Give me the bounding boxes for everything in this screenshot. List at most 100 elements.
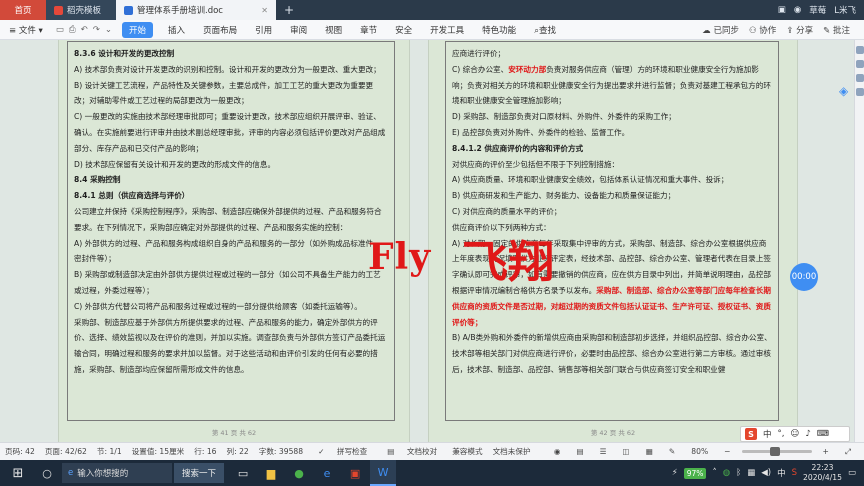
close-tab-icon[interactable]: ✕ (261, 6, 268, 15)
edge-icon[interactable]: e (314, 460, 340, 486)
sidebar-button[interactable] (855, 74, 864, 82)
paragraph[interactable]: B) 设计关键工艺流程，产品特性及关键参数，主要总成件，加工工艺的重大更改为重要… (74, 78, 388, 110)
sidebar-button[interactable] (855, 60, 864, 68)
paragraph[interactable]: 应商进行评价； (452, 46, 772, 62)
paragraph[interactable]: B) 采购部或制造部决定由外部供方提供过程或过程的一部分（如公司不具备生产能力的… (74, 267, 388, 299)
menu-reference[interactable]: 引用 (246, 24, 281, 36)
menu-security[interactable]: 安全 (386, 24, 421, 36)
view-web-icon[interactable]: ◫ (618, 447, 635, 456)
paragraph[interactable]: B) A/B类外购和外委件的新增供应商由采购部和制造部初步选择，并组织品控部、综… (452, 330, 772, 377)
mic-icon[interactable]: ♪ (805, 429, 810, 439)
taskbar-clock[interactable]: 22:23 2020/4/15 (803, 463, 842, 483)
redo-icon[interactable]: ↷ (93, 25, 100, 35)
menu-view[interactable]: 视图 (316, 24, 351, 36)
power-plug-icon[interactable]: ⚡ (672, 468, 678, 478)
folder-icon[interactable]: ▆ (258, 460, 284, 486)
360-browser-icon[interactable]: ● (286, 460, 312, 486)
paragraph[interactable]: 采购部、制造部应基于外部供方所提供要求的过程、产品和服务的能力，确定外部供方的评… (74, 315, 388, 378)
wps-writer-icon[interactable]: W (370, 460, 397, 486)
network-icon[interactable]: ▦ (747, 468, 755, 478)
share-button[interactable]: ⇪ 分享 (786, 24, 813, 36)
paragraph[interactable]: C) 一般更改的实施由技术部经理审批即可；重要设计更改，技术部应组织开展评审、验… (74, 109, 388, 156)
print-icon[interactable]: ⎙ (69, 25, 76, 35)
page-content[interactable]: 8.3.6 设计和开发的更改控制 A) 技术部负责对设计开发更改的识别和控制。设计… (74, 46, 388, 378)
ime-punct[interactable]: °, (778, 429, 785, 439)
tab-template[interactable]: 稻壳模板 (46, 0, 116, 20)
menu-review[interactable]: 审阅 (281, 24, 316, 36)
sync-status[interactable]: ☁ 已同步 (702, 24, 739, 36)
powerpoint-icon[interactable]: ▣ (342, 460, 368, 486)
status-words[interactable]: 字数: 39588 (254, 446, 308, 457)
view-write-icon[interactable]: ✎ (664, 447, 680, 456)
paragraph[interactable]: A) 外部供方的过程、产品和服务构成组织自身的产品和服务的一部分（如外购成品标准… (74, 236, 388, 268)
zoom-level[interactable]: 80% (686, 447, 713, 456)
paragraph[interactable]: 8.4.1.2 供应商评价的内容和评价方式 (452, 141, 772, 157)
sogou-tray-icon[interactable]: S (792, 468, 797, 478)
menu-start[interactable]: 开始 (122, 21, 154, 38)
notification-icon[interactable]: ▭ (848, 468, 856, 478)
sidebar-button[interactable] (855, 46, 864, 54)
paragraph[interactable]: 公司建立并保持《采购控制程序》，采购部、制造部应确保外部提供的过程、产品和服务符… (74, 204, 388, 236)
collab-button[interactable]: ⚇ 协作 (749, 24, 776, 36)
taskbar-search-button[interactable]: 搜索一下 (174, 463, 225, 483)
emoji-icon[interactable]: ☺ (790, 429, 799, 439)
input-language[interactable]: 中 (777, 467, 786, 479)
window-layout-icon[interactable]: ▣ (778, 5, 786, 15)
task-view-icon[interactable]: ▭ (230, 460, 256, 486)
page-content[interactable]: 应商进行评价； C) 综合办公室、安环动力部负责对服务供应商（管理）方的环境和职业… (452, 46, 772, 378)
taskbar-search-input[interactable]: 输入你想搜的 (77, 467, 128, 479)
taskbar-search-box[interactable]: e 输入你想搜的 (62, 463, 172, 483)
paragraph[interactable]: 对供应商的评价至少包括但不限于下列控制措施： (452, 157, 772, 173)
menu-insert[interactable]: 插入 (159, 24, 194, 36)
keyboard-icon[interactable]: ⌨ (817, 429, 829, 439)
document-workspace[interactable]: 8.3.6 设计和开发的更改控制 A) 技术部负责对设计开发更改的识别和控制。设计… (0, 40, 854, 442)
tab-home[interactable]: 首页 (0, 0, 46, 20)
paragraph[interactable]: 8.4 采购控制 (74, 172, 388, 188)
more-icon[interactable]: ⌄ (105, 25, 112, 35)
view-outline-icon[interactable]: ☰ (595, 447, 612, 456)
menu-features[interactable]: 特色功能 (473, 24, 525, 36)
status-pages[interactable]: 页面: 42/62 (40, 446, 92, 457)
zoom-slider[interactable] (741, 447, 812, 456)
ime-mode[interactable]: 中 (763, 428, 772, 440)
ime-toolbar[interactable]: S 中 °, ☺ ♪ ⌨ (740, 426, 850, 442)
location-pin-icon[interactable]: ◈ (839, 84, 851, 98)
status-spell-check[interactable]: ✓ 拼写检查 (308, 446, 377, 457)
paragraph[interactable]: 8.4.1 总则（供应商选择与评价） (74, 188, 388, 204)
paragraph[interactable]: D) 采购部、制造部负责对口原材料、外购件、外委件的采购工作； (452, 109, 772, 125)
new-tab-button[interactable]: + (276, 0, 302, 20)
wechat-icon[interactable]: ◍ (723, 468, 730, 478)
tray-up-icon[interactable]: ˄ (712, 468, 716, 478)
search-icon[interactable]: ○ (36, 467, 58, 480)
menu-chapter[interactable]: 章节 (351, 24, 386, 36)
paragraph[interactable]: 8.3.6 设计和开发的更改控制 (74, 46, 388, 62)
paragraph[interactable]: C) 对供应商的质量水平的评价； (452, 204, 772, 220)
user-name[interactable]: 草莓 (809, 4, 826, 16)
recording-timer-button[interactable]: 00:00 (790, 263, 818, 291)
user-avatar[interactable]: ◉ (794, 5, 801, 15)
tab-document[interactable]: 管理体系手册培训.doc ✕ (116, 0, 276, 20)
paragraph[interactable]: A) 供应商质量、环境和职业健康安全绩效，包括体系认证情况和重大事件、投诉； (452, 172, 772, 188)
paragraph[interactable]: C) 外部供方代替公司将产品和服务过程或过程的一部分提供给顾客（如委托运输等）。 (74, 299, 388, 315)
document-page-41[interactable]: 8.3.6 设计和开发的更改控制 A) 技术部负责对设计开发更改的识别和控制。设计… (58, 40, 410, 442)
eye-icon[interactable]: ◉ (549, 447, 566, 456)
zoom-in-icon[interactable]: + (818, 447, 834, 456)
status-doc-check[interactable]: ▤ 文档校对 (377, 446, 447, 457)
battery-indicator[interactable]: 97% (683, 467, 707, 479)
undo-icon[interactable]: ↶ (81, 25, 88, 35)
paragraph[interactable]: A) 技术部负责对设计开发更改的识别和控制。设计和开发的更改分为一般更改、重大更… (74, 62, 388, 78)
sidebar-button[interactable] (855, 88, 864, 96)
paragraph[interactable]: E) 品控部负责对外购件、外委件的检验、监督工作。 (452, 125, 772, 141)
menu-page-layout[interactable]: 页面布局 (194, 24, 246, 36)
comment-button[interactable]: ✎ 批注 (823, 24, 850, 36)
fit-window-icon[interactable]: ⤢ (840, 447, 856, 457)
paragraph[interactable]: D) 技术部应保留有关设计和开发的更改的形成文件的信息。 (74, 157, 388, 173)
paragraph[interactable]: C) 综合办公室、安环动力部负责对服务供应商（管理）方的环境和职业健康安全行为施… (452, 62, 772, 109)
menu-dev-tools[interactable]: 开发工具 (421, 24, 473, 36)
bluetooth-icon[interactable]: ᛒ (736, 468, 741, 478)
volume-icon[interactable]: ◀) (761, 468, 771, 478)
status-page[interactable]: 页码: 42 (0, 446, 40, 457)
zoom-slider-knob[interactable] (769, 447, 780, 456)
save-icon[interactable]: ▭ (56, 25, 64, 35)
zoom-out-icon[interactable]: − (719, 447, 735, 456)
